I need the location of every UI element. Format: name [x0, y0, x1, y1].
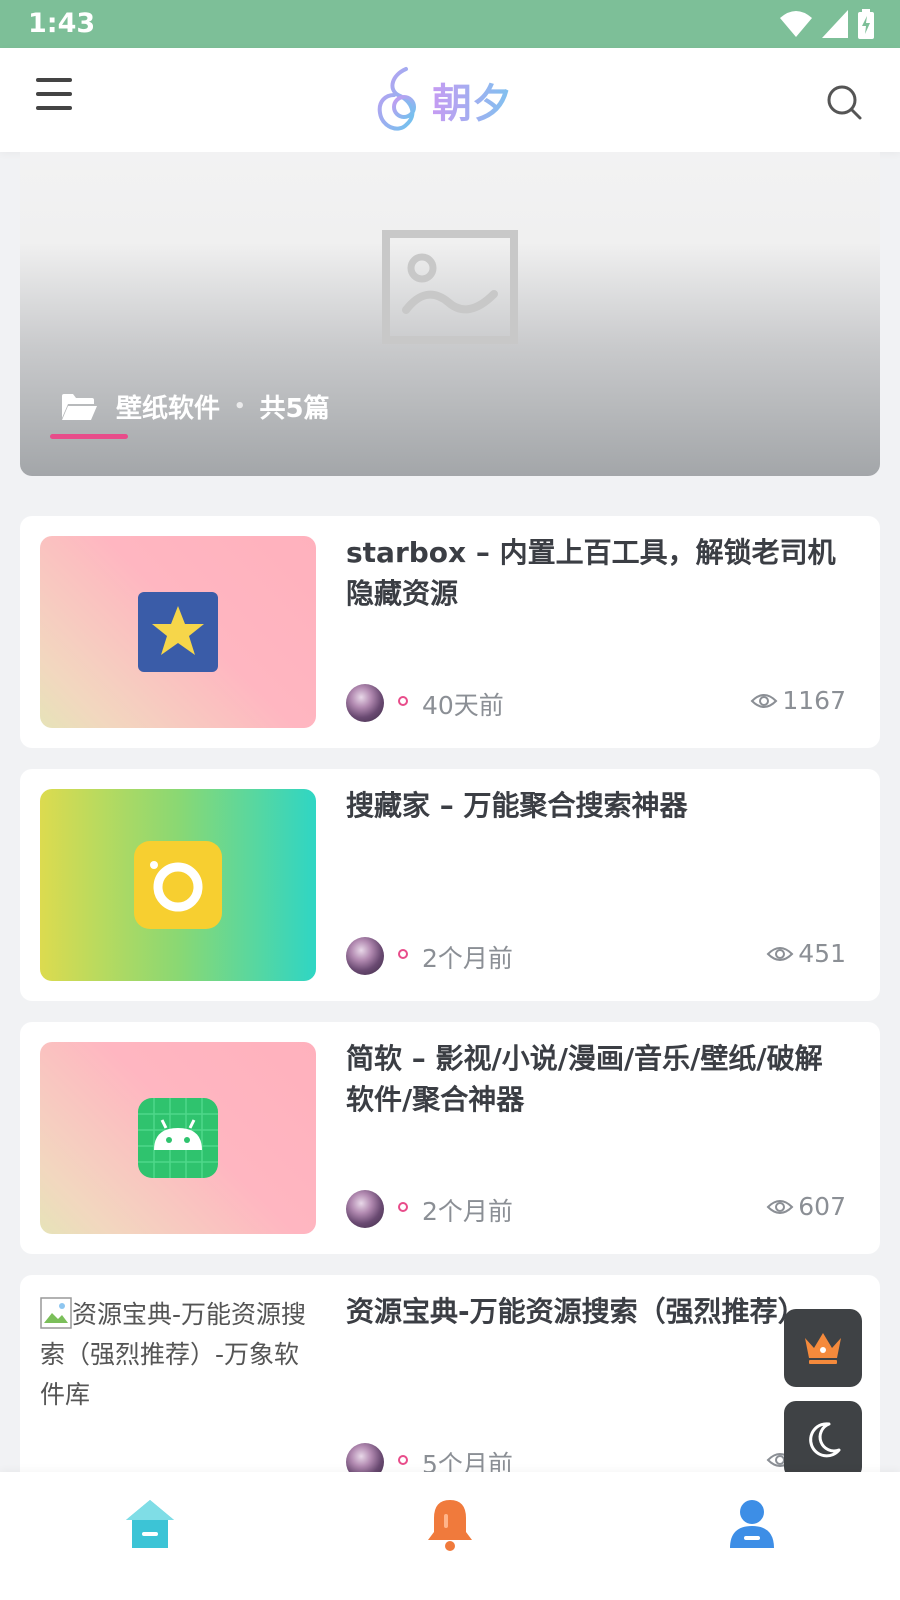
post-meta: 2个月前 607 [346, 1188, 846, 1228]
post-title[interactable]: 简软 – 影视/小说/漫画/音乐/壁纸/破解软件/聚合神器 [346, 1038, 846, 1120]
search-icon[interactable] [824, 82, 864, 122]
menu-icon[interactable] [36, 78, 76, 118]
post-card[interactable]: 搜藏家 – 万能聚合搜索神器 2个月前 451 [20, 769, 880, 1001]
post-title[interactable]: 资源宝典-万能资源搜索（强烈推荐） [346, 1291, 846, 1332]
logo-mark-icon [377, 67, 416, 131]
battery-icon [858, 9, 874, 39]
separator-dot: • [234, 396, 246, 417]
eye-icon [766, 1199, 794, 1214]
views-count: 607 [798, 1192, 846, 1221]
bell-icon[interactable] [422, 1496, 478, 1552]
post-count: 共5篇 [259, 394, 330, 424]
category-info: 壁纸软件 • 共5篇 [60, 388, 330, 425]
broken-image-icon [40, 1297, 72, 1329]
crown-icon [805, 1333, 841, 1364]
eye-icon [766, 946, 794, 961]
post-title[interactable]: starbox – 内置上百工具，解锁老司机隐藏资源 [346, 532, 846, 614]
logo-text: 朝夕 [432, 71, 512, 129]
dark-mode-toggle[interactable] [784, 1401, 862, 1479]
post-views: 451 [766, 939, 846, 968]
wifi-icon [780, 11, 812, 37]
post-meta: 2个月前 451 [346, 935, 846, 975]
home-icon[interactable] [122, 1496, 178, 1552]
eye-icon [750, 693, 778, 708]
signal-icon [822, 10, 848, 38]
post-thumbnail[interactable] [40, 536, 316, 728]
post-views: 607 [766, 1192, 846, 1221]
post-title[interactable]: 搜藏家 – 万能聚合搜索神器 [346, 785, 846, 826]
user-icon[interactable] [724, 1496, 780, 1552]
post-thumbnail[interactable] [40, 789, 316, 981]
post-card[interactable]: starbox – 内置上百工具，解锁老司机隐藏资源 40天前 1167 [20, 516, 880, 748]
time-dot [398, 1455, 408, 1465]
status-time: 1:43 [28, 8, 96, 39]
top-header: 朝夕 [0, 48, 900, 152]
moon-icon [809, 1422, 841, 1458]
thumbnail-alt-text: 资源宝典-万能资源搜索（强烈推荐）-万象软件库 [40, 1300, 307, 1409]
category-underline [50, 434, 128, 439]
vip-button[interactable] [784, 1309, 862, 1387]
soucangjia-app-icon [134, 841, 222, 929]
post-thumbnail-broken[interactable]: 资源宝典-万能资源搜索（强烈推荐）-万象软件库 [40, 1295, 316, 1487]
status-bar: 1:43 [0, 0, 900, 48]
author-avatar[interactable] [346, 937, 384, 975]
android-app-icon [138, 1098, 218, 1178]
image-placeholder-icon [382, 230, 518, 344]
post-time: 40天前 [422, 691, 504, 720]
star-app-icon [138, 592, 218, 672]
site-logo[interactable]: 朝夕 [376, 64, 512, 136]
views-count: 1167 [782, 686, 846, 715]
post-views: 1167 [750, 686, 846, 715]
category-banner: 壁纸软件 • 共5篇 [20, 152, 880, 476]
post-card[interactable]: 简软 – 影视/小说/漫画/音乐/壁纸/破解软件/聚合神器 2个月前 607 [20, 1022, 880, 1254]
post-thumbnail[interactable] [40, 1042, 316, 1234]
post-time: 2个月前 [422, 1197, 513, 1226]
post-meta: 40天前 1167 [346, 682, 846, 722]
category-name: 壁纸软件 [116, 394, 221, 424]
post-time: 2个月前 [422, 944, 513, 973]
author-avatar[interactable] [346, 684, 384, 722]
folder-icon [62, 393, 97, 420]
time-dot [398, 1202, 408, 1212]
author-avatar[interactable] [346, 1190, 384, 1228]
bottom-nav [0, 1472, 900, 1600]
status-icons [780, 8, 874, 40]
time-dot [398, 696, 408, 706]
views-count: 451 [798, 939, 846, 968]
time-dot [398, 949, 408, 959]
